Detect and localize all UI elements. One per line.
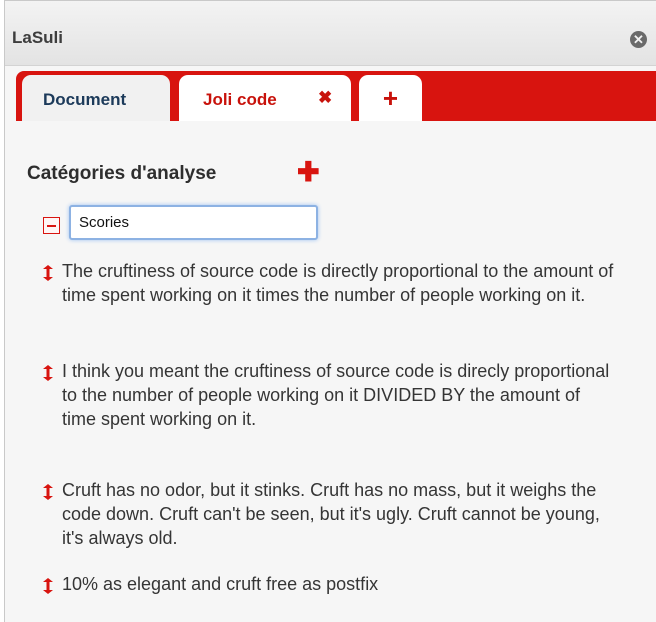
add-tab-button[interactable]: + xyxy=(359,75,422,121)
section-title: Catégories d'analyse xyxy=(27,163,217,184)
drag-handle-icon[interactable] xyxy=(42,577,54,595)
tab-document[interactable]: Document xyxy=(22,75,170,121)
drag-handle-icon[interactable] xyxy=(42,483,54,501)
lasuli-panel: LaSuli ✕ Document Joli code ✖ + Catégori… xyxy=(4,0,656,622)
add-category-icon[interactable]: ✚ xyxy=(297,159,320,186)
tab-joli-code[interactable]: Joli code ✖ xyxy=(179,75,351,121)
plus-icon: + xyxy=(382,83,399,113)
category-name-input[interactable] xyxy=(69,205,318,240)
tab-content: Catégories d'analyse ✚ The cruftiness of… xyxy=(5,121,656,622)
drag-handle-icon[interactable] xyxy=(42,264,54,282)
panel-titlebar: LaSuli ✕ xyxy=(5,1,656,66)
close-circle-icon[interactable]: ✕ xyxy=(630,31,647,48)
tab-close-icon[interactable]: ✖ xyxy=(318,88,332,108)
list-item-text: The cruftiness of source code is directl… xyxy=(62,261,614,305)
tab-bar: Document Joli code ✖ + xyxy=(16,71,656,121)
list-item-text: I think you meant the cruftiness of sour… xyxy=(62,361,610,429)
drag-handle-icon[interactable] xyxy=(42,364,54,382)
list-item-text: Cruft has no odor, but it stinks. Cruft … xyxy=(62,480,600,548)
list-item-text: 10% as elegant and cruft free as postfix xyxy=(62,574,379,594)
tab-document-label: Document xyxy=(43,90,127,109)
collapse-minus-icon[interactable] xyxy=(43,217,60,234)
tab-joli-code-label: Joli code xyxy=(203,90,277,109)
panel-title: LaSuli xyxy=(12,28,64,47)
